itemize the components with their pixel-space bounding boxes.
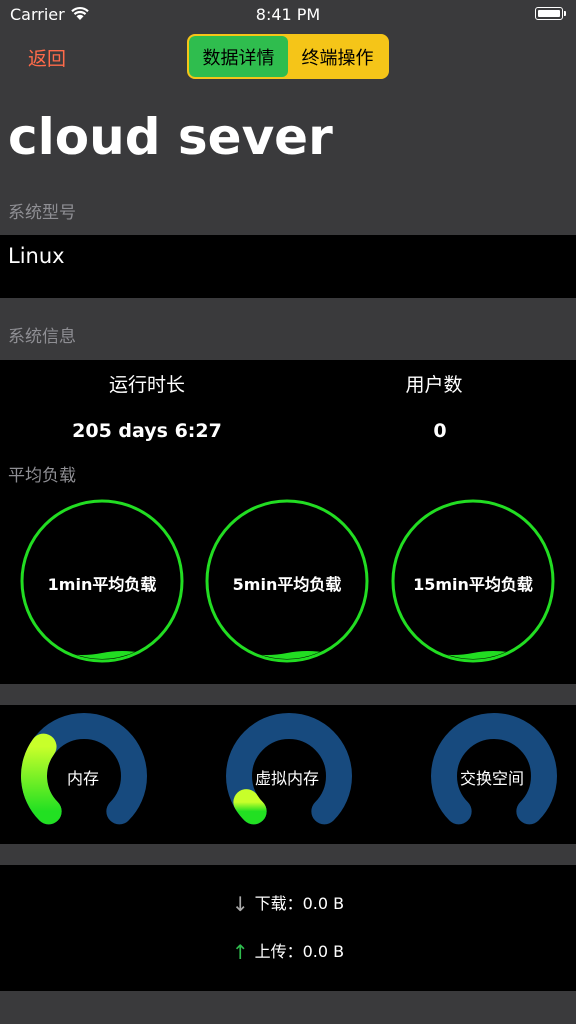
download-value: 0.0 B xyxy=(302,894,345,913)
upload-label: 上传： xyxy=(254,942,303,961)
load-15min-label: 15min平均负载 xyxy=(413,575,533,594)
system-info-label: 系统信息 xyxy=(8,327,76,347)
back-button[interactable]: 返回 xyxy=(28,44,66,71)
page-title: cloud sever xyxy=(8,108,333,166)
download-label: 下载： xyxy=(254,894,303,913)
users-label: 用户数 xyxy=(405,374,463,396)
ring-progress xyxy=(233,789,267,825)
load-average-label: 平均负载 xyxy=(8,466,76,486)
tab-terminal-ops[interactable]: 终端操作 xyxy=(288,36,387,77)
network-block xyxy=(0,865,576,991)
system-model-value: Linux xyxy=(8,244,65,268)
status-time: 8:41 PM xyxy=(255,5,321,24)
load-1min-label: 1min平均负载 xyxy=(47,575,157,594)
arrow-up-icon: ↑ xyxy=(231,940,249,964)
users-value: 0 xyxy=(433,420,447,442)
swap-label: 交换空间 xyxy=(459,769,524,788)
arrow-down-icon: ↓ xyxy=(231,892,249,916)
virtual-memory-label: 虚拟内存 xyxy=(254,769,319,788)
download-row: ↓ 下载：0.0 B xyxy=(0,890,576,916)
upload-row: ↑ 上传：0.0 B xyxy=(0,938,576,964)
segmented-control: 数据详情 终端操作 xyxy=(187,34,389,79)
uptime-label: 运行时长 xyxy=(108,374,185,396)
load-5min-label: 5min平均负载 xyxy=(232,575,342,594)
system-model-block xyxy=(0,235,576,298)
upload-value: 0.0 B xyxy=(302,942,345,961)
battery-icon xyxy=(535,7,566,20)
status-bar: Carrier 8:41 PM xyxy=(0,0,576,30)
system-model-label: 系统型号 xyxy=(8,203,76,223)
memory-label: 内存 xyxy=(66,769,99,788)
uptime-value: 205 days 6:27 xyxy=(72,420,222,442)
tab-data-details[interactable]: 数据详情 xyxy=(189,36,288,77)
